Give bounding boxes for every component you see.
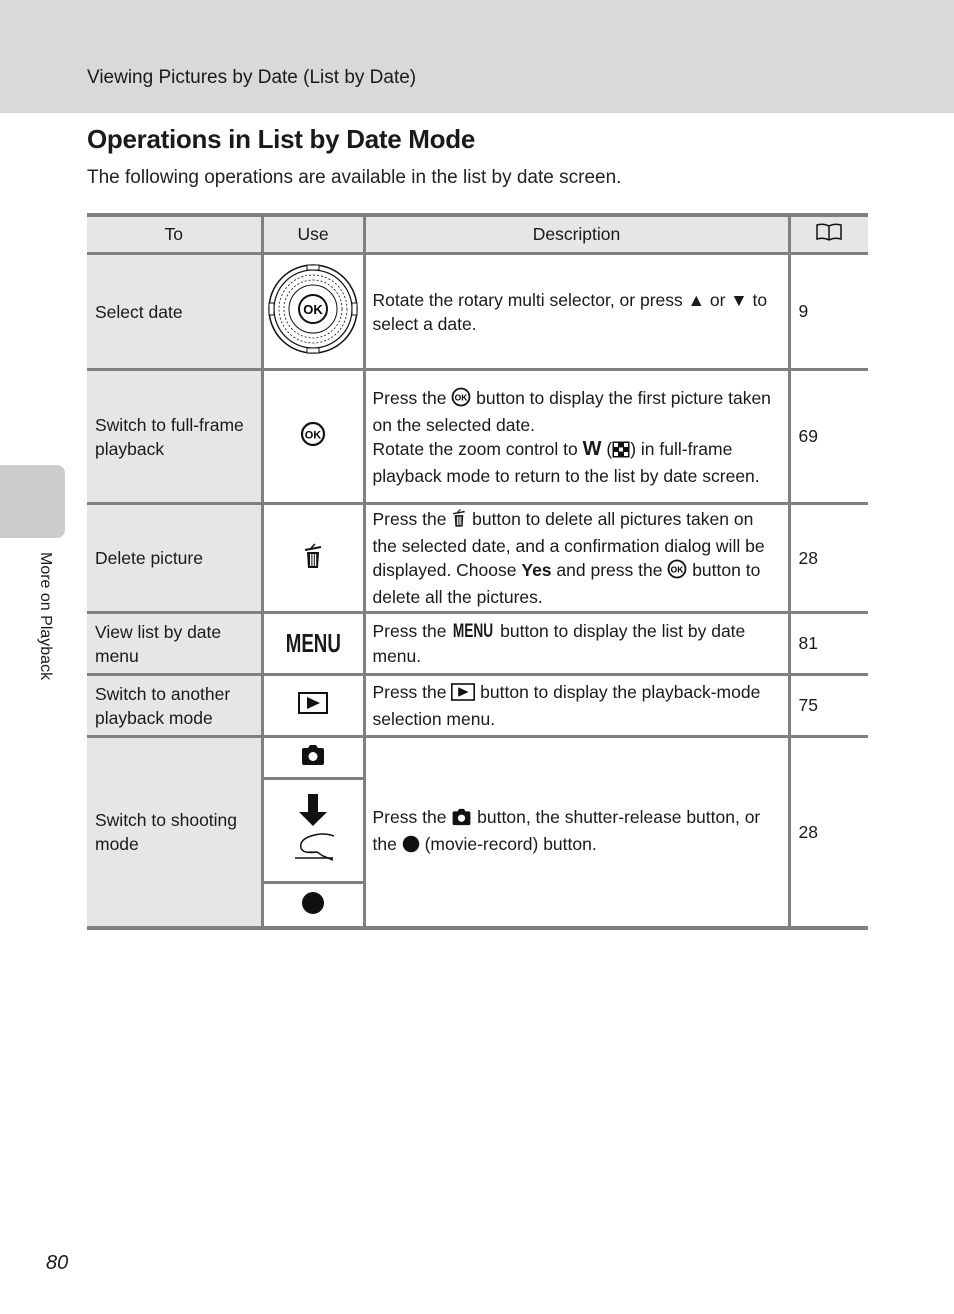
row-page-reference[interactable]: 81: [787, 611, 868, 676]
use-cell-camera: [263, 738, 363, 780]
column-header-description: Description: [362, 213, 791, 255]
page-number: 80: [46, 1252, 69, 1274]
table-row: Select date OK Rotate the rotary multi s…: [87, 252, 868, 371]
svg-text:OK: OK: [305, 430, 322, 442]
row-page-reference[interactable]: 69: [787, 368, 868, 505]
trash-icon: [302, 542, 324, 575]
row-use: OK: [260, 368, 366, 505]
row-action: Switch to full-frame playback: [87, 368, 264, 505]
svg-text:OK: OK: [671, 565, 685, 575]
table-header-row: To Use Description: [87, 213, 868, 255]
column-header-to: To: [87, 213, 264, 255]
row-description: Press the button, the shutter-release bu…: [362, 735, 791, 930]
row-description: Press the button to display the playback…: [362, 673, 791, 738]
operations-table: To Use Description Select date OK Rotate…: [87, 213, 868, 930]
yes-option-label: Yes: [521, 560, 552, 580]
row-use: MENU: [260, 611, 366, 676]
row-description: Rotate the rotary multi selector, or pre…: [362, 252, 791, 371]
row-page-reference[interactable]: 28: [787, 735, 868, 930]
playback-button-icon: [298, 692, 328, 719]
down-triangle-icon: ▼: [730, 289, 748, 310]
row-description: Press the MENU button to display the lis…: [362, 611, 791, 676]
svg-text:OK: OK: [303, 302, 323, 317]
table-row: Delete picture Press the button to delet…: [87, 502, 868, 614]
movie-record-icon: [301, 891, 325, 920]
playback-button-icon: [451, 683, 476, 707]
row-action: View list by date menu: [87, 611, 264, 676]
header-band: [0, 0, 954, 113]
rotary-multi-selector-icon: OK: [267, 263, 359, 360]
movie-record-icon: [402, 835, 420, 859]
row-action: Switch to another playback mode: [87, 673, 264, 738]
ok-button-icon: OK: [451, 387, 471, 413]
row-page-reference[interactable]: 28: [787, 502, 868, 614]
camera-button-icon: [300, 744, 326, 771]
table-row: View list by date menu MENU Press the ME…: [87, 611, 868, 676]
table-row: Switch to another playback mode Press th…: [87, 673, 868, 738]
book-reference-icon: [815, 222, 843, 247]
wide-zoom-label: W: [582, 437, 602, 460]
up-triangle-icon: ▲: [687, 289, 705, 310]
row-page-reference[interactable]: 75: [787, 673, 868, 738]
column-header-reference: [787, 213, 868, 255]
column-header-use: Use: [260, 213, 366, 255]
intro-text: The following operations are available i…: [87, 167, 622, 188]
menu-button-icon: MENU: [285, 628, 341, 658]
row-use: [260, 502, 366, 614]
row-action: Delete picture: [87, 502, 264, 614]
section-label: More on Playback: [37, 552, 54, 681]
use-cell-movie: [264, 884, 363, 926]
row-description: Press the OK button to display the first…: [362, 368, 791, 505]
row-page-reference[interactable]: 9: [787, 252, 868, 371]
table-row: Switch to shooting mode Press the button…: [87, 735, 868, 930]
section-tab: [0, 465, 65, 538]
shutter-release-press-icon: [287, 794, 339, 867]
row-description: Press the button to delete all pictures …: [362, 502, 791, 614]
svg-text:OK: OK: [455, 392, 469, 402]
use-cell-shutter: [263, 780, 363, 884]
row-action: Switch to shooting mode: [87, 735, 264, 930]
row-use: OK: [260, 252, 366, 371]
ok-button-icon: OK: [667, 559, 687, 585]
camera-button-icon: [451, 808, 472, 832]
thumbnail-playback-icon: [612, 440, 630, 464]
trash-icon: [451, 508, 467, 534]
row-use: [260, 673, 366, 738]
row-action: Select date: [87, 252, 264, 371]
breadcrumb: Viewing Pictures by Date (List by Date): [87, 67, 417, 88]
ok-button-icon: OK: [300, 421, 326, 452]
table-row: Switch to full-frame playback OK Press t…: [87, 368, 868, 505]
row-use: [260, 735, 366, 930]
page-title: Operations in List by Date Mode: [87, 124, 475, 154]
menu-button-icon: MENU: [453, 621, 494, 642]
